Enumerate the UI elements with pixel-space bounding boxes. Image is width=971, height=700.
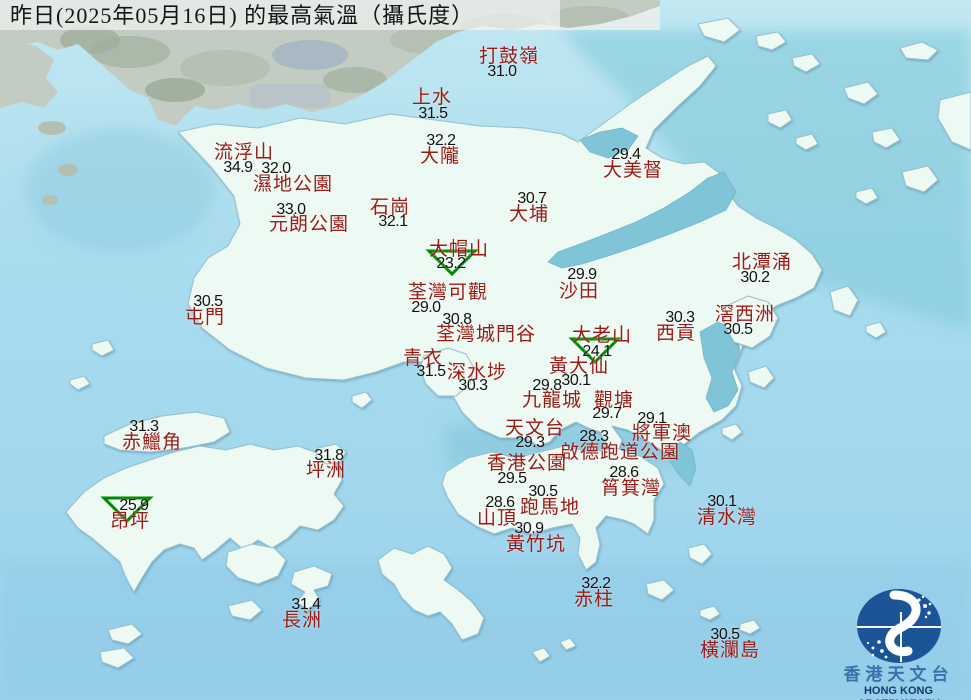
weather-map-page: 昨日(2025年05月16日) 的最高氣溫（攝氏度） 打鼓嶺 31.0 上水 31.5…: [0, 0, 971, 700]
hko-logo-text-block: 香港天文台 HONG KONG OBSERVATORY: [826, 578, 971, 700]
hko-name-chinese: 香港天文台: [843, 665, 954, 684]
map-title: 昨日(2025年05月16日) 的最高氣溫（攝氏度）: [10, 3, 475, 28]
sea-deep-bay: [25, 128, 215, 252]
hko-name-english: HONG KONG OBSERVATORY: [857, 684, 940, 700]
